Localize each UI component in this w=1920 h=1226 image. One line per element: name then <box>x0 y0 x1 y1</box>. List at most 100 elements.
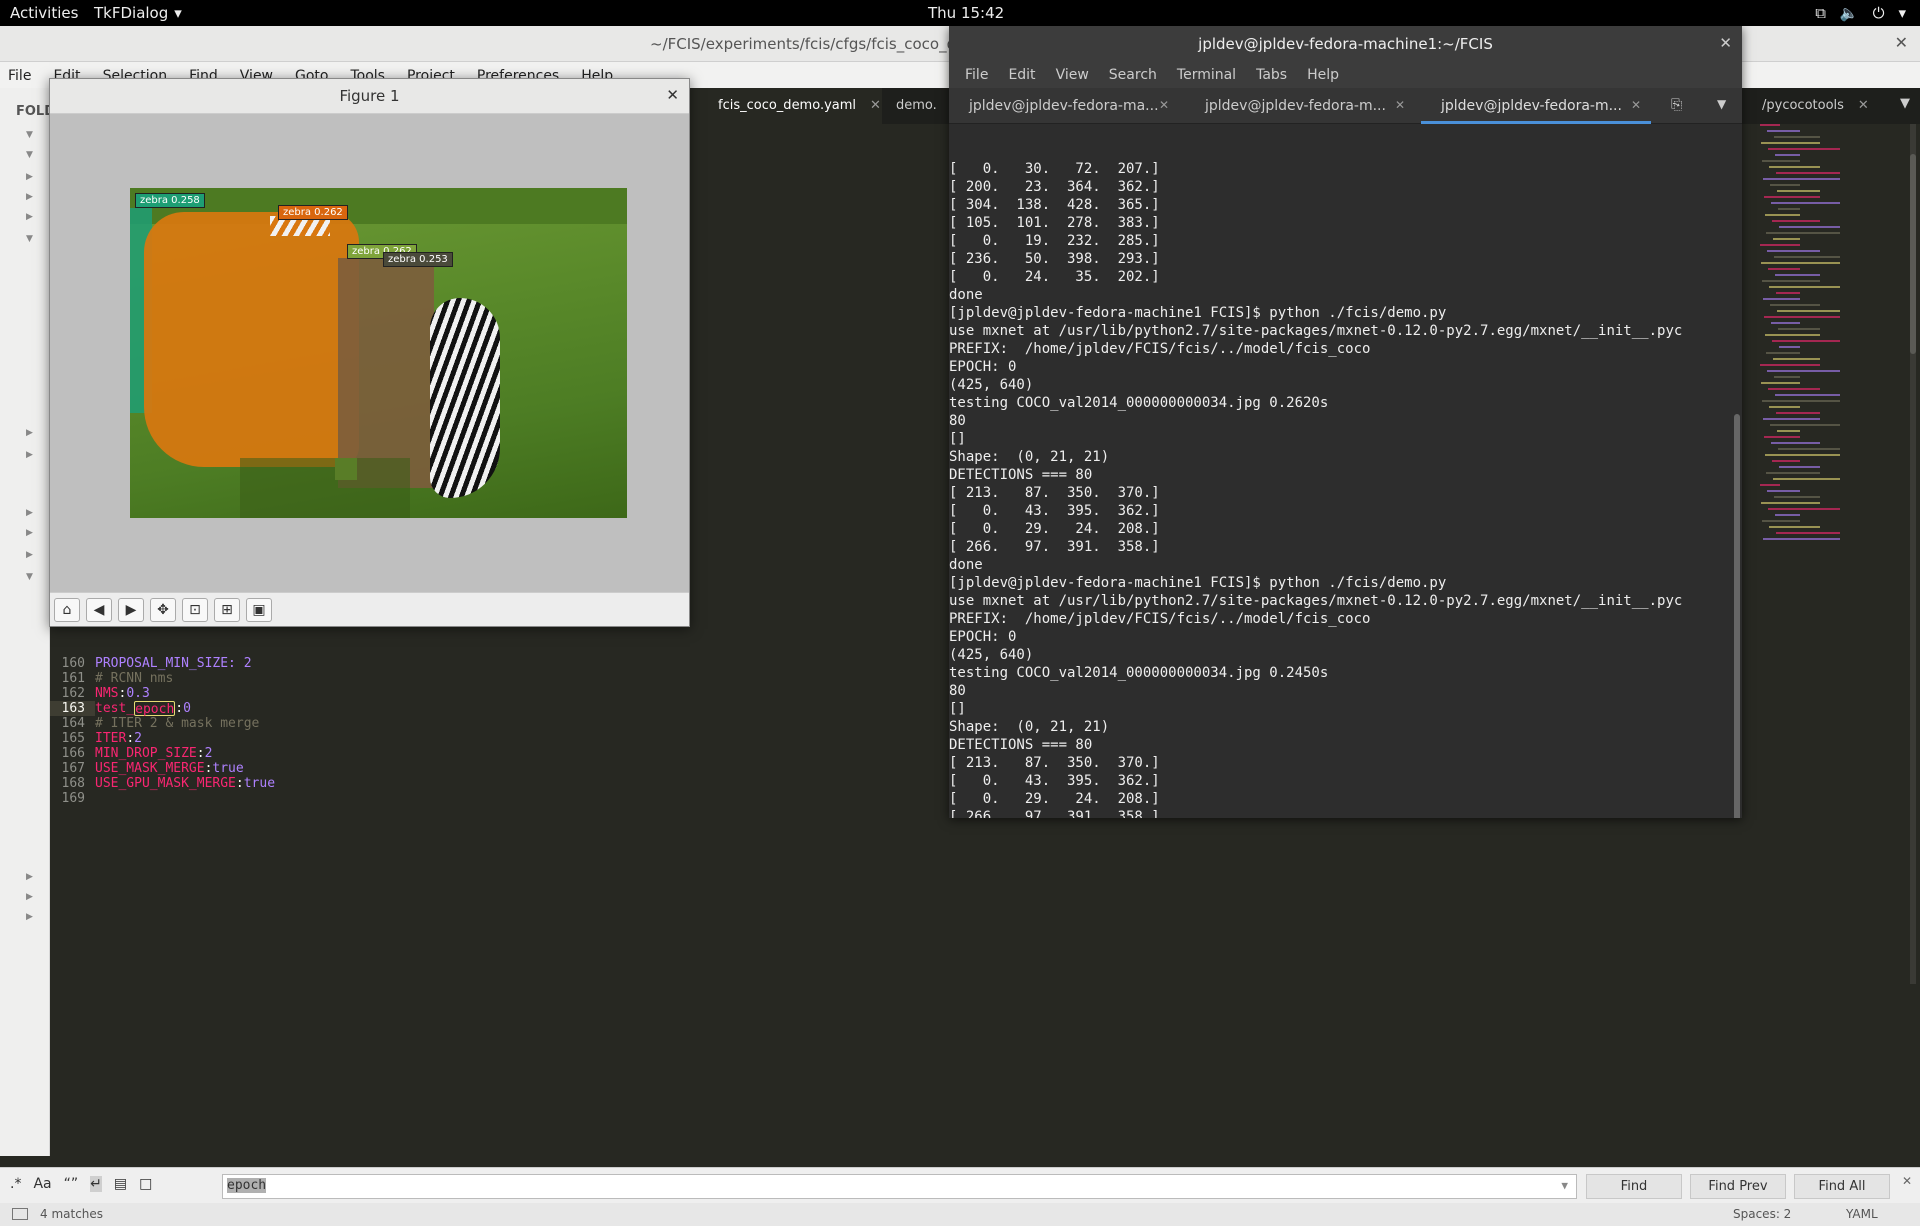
terminal-line: [ 304. 138. 428. 365.] <box>949 197 1160 213</box>
code-line: 161 # RCNN nms <box>50 671 950 686</box>
close-icon[interactable]: ✕ <box>1895 33 1908 52</box>
terminal-tab-3[interactable]: jpldev@jpldev-fedora-m... ✕ <box>1421 88 1651 124</box>
close-icon[interactable]: ✕ <box>1719 34 1732 52</box>
tab-menu-icon[interactable]: ▼ <box>1717 97 1726 111</box>
zoom-icon[interactable]: ⊡ <box>182 598 208 622</box>
subplots-icon[interactable]: ⊞ <box>214 598 240 622</box>
minimap-line <box>1762 160 1800 162</box>
minimap[interactable] <box>1750 124 1920 564</box>
terminal-output[interactable]: [ 0. 30. 72. 207.] [ 200. 23. 364. 362.] [… <box>949 124 1742 818</box>
whole-word-toggle[interactable]: “” <box>64 1176 79 1192</box>
find-input[interactable]: epoch ▼ <box>222 1174 1577 1199</box>
folder-toggle-icon[interactable]: ▶ <box>26 212 33 222</box>
terminal-line: Shape: (0, 21, 21) <box>949 719 1110 735</box>
case-sensitive-toggle[interactable]: Aa <box>33 1176 51 1192</box>
terminal-line: [ 0. 29. 24. 208.] <box>949 521 1160 537</box>
folder-toggle-icon[interactable]: ▶ <box>26 912 33 922</box>
app-menu[interactable]: TkFDialog ▾ <box>94 4 182 22</box>
minimap-line <box>1768 388 1820 390</box>
terminal-tab-2[interactable]: jpldev@jpldev-fedora-m... ✕ <box>1185 88 1415 124</box>
close-icon[interactable]: ✕ <box>1902 1174 1912 1188</box>
menu-file[interactable]: File <box>965 67 988 83</box>
terminal-tab-1[interactable]: jpldev@jpldev-fedora-ma... ✕ <box>949 88 1179 124</box>
close-icon[interactable]: ✕ <box>1159 98 1169 112</box>
code-line: 163 test_ epoch: 0 <box>50 701 950 717</box>
code-view[interactable]: 160 PROPOSAL_MIN_SIZE: 2 161 # RCNN nms 16… <box>50 656 950 806</box>
scrollbar-thumb[interactable] <box>1910 154 1916 354</box>
highlight-matches-toggle[interactable]: □ <box>139 1176 152 1192</box>
close-icon[interactable]: ✕ <box>666 86 679 104</box>
history-dropdown-icon[interactable]: ▼ <box>1561 1179 1568 1192</box>
save-icon[interactable]: ▣ <box>246 598 272 622</box>
terminal-scrollbar[interactable] <box>1734 414 1740 818</box>
minimap-line <box>1770 304 1820 306</box>
tab-demo[interactable]: demo. <box>882 88 942 124</box>
segmentation-mask <box>338 258 434 488</box>
folder-toggle-icon[interactable]: ▶ <box>26 450 33 460</box>
folder-toggle-icon[interactable]: ▼ <box>26 150 33 160</box>
folder-toggle-icon[interactable]: ▶ <box>26 550 33 560</box>
figure-canvas[interactable]: zebra 0.258 zebra 0.262 zebra 0.262 zebr… <box>50 114 689 592</box>
folder-toggle-icon[interactable]: ▶ <box>26 508 33 518</box>
forward-icon[interactable]: ▶ <box>118 598 144 622</box>
folder-toggle-icon[interactable]: ▼ <box>26 130 33 140</box>
terminal-line: [ 0. 43. 395. 362.] <box>949 503 1160 519</box>
menu-edit[interactable]: Edit <box>1008 67 1035 83</box>
folder-toggle-icon[interactable]: ▶ <box>26 428 33 438</box>
find-button[interactable]: Find <box>1586 1174 1682 1199</box>
find-prev-button[interactable]: Find Prev <box>1690 1174 1786 1199</box>
folder-toggle-icon[interactable]: ▼ <box>26 234 33 244</box>
detection-label: zebra 0.253 <box>383 252 453 267</box>
minimap-line <box>1765 334 1820 336</box>
pan-icon[interactable]: ✥ <box>150 598 176 622</box>
wrap-toggle[interactable]: ↵ <box>90 1176 102 1192</box>
menu-search[interactable]: Search <box>1109 67 1157 83</box>
tab-label: demo. <box>896 98 937 113</box>
back-icon[interactable]: ◀ <box>86 598 112 622</box>
in-selection-toggle[interactable]: ▤ <box>114 1176 127 1192</box>
tab-menu-icon[interactable]: ▼ <box>1900 96 1910 111</box>
yaml-value: true <box>212 761 244 776</box>
menu-tabs[interactable]: Tabs <box>1256 67 1287 83</box>
terminal-line: [ 213. 87. 350. 370.] <box>949 755 1160 771</box>
folder-toggle-icon[interactable]: ▶ <box>26 192 33 202</box>
close-icon[interactable]: ✕ <box>1395 98 1405 112</box>
menu-file[interactable]: File <box>8 68 31 84</box>
minimap-line <box>1770 424 1840 426</box>
tab-fcis-coco-demo[interactable]: fcis_coco_demo.yaml ✕ <box>690 88 882 124</box>
minimap-line <box>1777 430 1800 432</box>
activities-button[interactable]: Activities <box>10 4 78 22</box>
folder-toggle-icon[interactable]: ▶ <box>26 172 33 182</box>
menu-terminal[interactable]: Terminal <box>1177 67 1236 83</box>
minimap-line <box>1769 286 1840 288</box>
terminal-line: [] <box>949 431 966 447</box>
minimap-line <box>1766 232 1840 234</box>
clock[interactable]: Thu 15:42 <box>928 4 1004 22</box>
minimap-line <box>1773 358 1820 360</box>
tab-pycocotools[interactable]: /pycocotools ✕ <box>1750 88 1880 124</box>
line-number: 161 <box>61 671 85 686</box>
close-icon[interactable]: ✕ <box>1858 98 1869 113</box>
app-name: TkFDialog <box>94 4 169 22</box>
regex-toggle[interactable]: .* <box>10 1176 21 1192</box>
close-icon[interactable]: ✕ <box>870 98 881 113</box>
folder-toggle-icon[interactable]: ▶ <box>26 872 33 882</box>
close-icon[interactable]: ✕ <box>1631 98 1641 112</box>
new-tab-icon[interactable]: ⎘ <box>1671 97 1682 113</box>
system-tray[interactable]: ⧉ 🔈 ⏻ ▾ <box>1815 4 1906 22</box>
folder-toggle-icon[interactable]: ▶ <box>26 528 33 538</box>
syntax-status[interactable]: YAML <box>1846 1207 1878 1221</box>
find-all-button[interactable]: Find All <box>1794 1174 1890 1199</box>
indentation-status[interactable]: Spaces: 2 <box>1733 1207 1791 1221</box>
vertical-scrollbar[interactable] <box>1910 124 1916 984</box>
menu-help[interactable]: Help <box>1307 67 1339 83</box>
power-icon: ⏻ <box>1872 4 1885 22</box>
terminal-line: DETECTIONS === 80 <box>949 467 1093 483</box>
home-icon[interactable]: ⌂ <box>54 598 80 622</box>
folder-toggle-icon[interactable]: ▶ <box>26 892 33 902</box>
panel-toggle-icon[interactable] <box>12 1208 28 1220</box>
folder-toggle-icon[interactable]: ▼ <box>26 572 33 582</box>
terminal-line: [] <box>949 701 966 717</box>
yaml-key: MIN_DROP_SIZE <box>95 746 197 761</box>
menu-view[interactable]: View <box>1056 67 1089 83</box>
